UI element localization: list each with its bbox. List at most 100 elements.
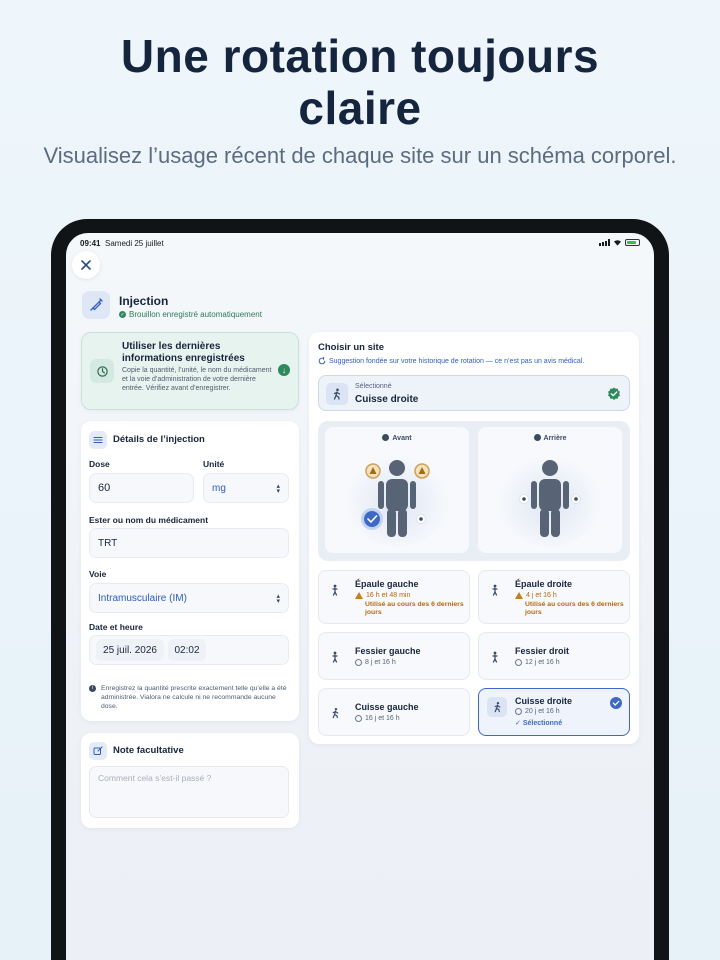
site-last-used: 16 j et 16 h bbox=[355, 715, 400, 722]
site-name: Fessier gauche bbox=[355, 646, 421, 656]
site-title: Choisir un site bbox=[318, 342, 384, 353]
unit-select[interactable]: mg ▴ ▾ bbox=[203, 473, 289, 503]
site-time: 4 j et 16 h bbox=[526, 592, 557, 599]
note-title: Note facultative bbox=[113, 745, 184, 756]
details-title: Détails de l’injection bbox=[113, 434, 205, 445]
dose-label: Dose bbox=[89, 459, 110, 469]
dose-input[interactable]: 60 bbox=[89, 473, 194, 503]
battery-icon bbox=[625, 239, 640, 246]
promo-title-line-1: Une rotation toujours bbox=[120, 30, 600, 82]
site-selection-card: Choisir un site Suggestion fondée sur vo… bbox=[309, 332, 639, 744]
medication-value: TRT bbox=[98, 537, 118, 549]
status-icons bbox=[599, 239, 640, 246]
route-value: Intramusculaire (IM) bbox=[98, 592, 187, 604]
warning-icon bbox=[515, 592, 523, 599]
selected-label: Sélectionné bbox=[355, 383, 392, 390]
person-walking-icon bbox=[487, 697, 507, 717]
site-name: Cuisse gauche bbox=[355, 702, 419, 712]
selected-value: Cuisse droite bbox=[355, 394, 419, 405]
clock-icon bbox=[355, 659, 362, 666]
person-icon bbox=[488, 583, 502, 597]
promo-title-line-2: claire bbox=[298, 82, 422, 134]
site-name: Cuisse droite bbox=[515, 696, 573, 706]
site-last-used: 4 j et 16 h bbox=[515, 592, 557, 599]
site-name: Épaule gauche bbox=[355, 579, 419, 589]
person-walking-icon bbox=[328, 706, 342, 720]
site-tile-cuisse-gauche[interactable]: Cuisse gauche 16 j et 16 h bbox=[318, 688, 470, 736]
site-last-used: 8 j et 16 h bbox=[355, 659, 396, 666]
check-circle-icon: ✓ bbox=[119, 311, 126, 318]
time-picker[interactable]: 02:02 bbox=[168, 639, 206, 661]
optional-note-card: Note facultative Comment cela s’est-il p… bbox=[81, 733, 299, 828]
datetime-label: Date et heure bbox=[89, 622, 143, 632]
body-diagram: Avant Arrière bbox=[318, 421, 630, 561]
site-hint-text: Suggestion fondée sur votre historique d… bbox=[329, 357, 585, 365]
close-button[interactable] bbox=[72, 251, 100, 279]
site-selected-tag: ✓ Sélectionné bbox=[515, 720, 563, 727]
site-time: 16 h et 48 min bbox=[366, 592, 411, 599]
close-icon bbox=[81, 260, 91, 270]
site-name: Épaule droite bbox=[515, 579, 573, 589]
person-walking-icon bbox=[326, 383, 348, 405]
site-time: 20 j et 16 h bbox=[525, 708, 560, 715]
site-tile-epaule-gauche[interactable]: Épaule gauche 16 h et 48 min Utilisé au … bbox=[318, 570, 470, 624]
date-picker[interactable]: 25 juil. 2026 bbox=[96, 639, 164, 661]
note-placeholder: Comment cela s’est-il passé ? bbox=[98, 773, 212, 783]
date-value: 25 juil. 2026 bbox=[103, 644, 157, 656]
info-icon: i bbox=[89, 685, 96, 692]
site-tile-fessier-droit[interactable]: Fessier droit 12 j et 16 h bbox=[478, 632, 630, 680]
draft-status: ✓ Brouillon enregistré automatiquement bbox=[119, 310, 262, 319]
chevron-updown-icon: ▴ ▾ bbox=[276, 593, 280, 605]
route-select[interactable]: Intramusculaire (IM) ▴ ▾ bbox=[89, 583, 289, 613]
status-time: 09:41 bbox=[80, 239, 101, 248]
medication-label: Ester ou nom du médicament bbox=[89, 515, 209, 525]
status-date: Samedi 25 juillet bbox=[105, 239, 164, 248]
unit-value: mg bbox=[212, 482, 226, 494]
selected-site-summary: Sélectionné Cuisse droite bbox=[318, 375, 630, 411]
reuse-last-entry-card[interactable]: Utiliser les dernières informations enre… bbox=[81, 332, 299, 410]
unit-label: Unité bbox=[203, 459, 225, 469]
site-tile-fessier-gauche[interactable]: Fessier gauche 8 j et 16 h bbox=[318, 632, 470, 680]
person-icon bbox=[488, 650, 502, 664]
rotate-icon bbox=[318, 357, 326, 365]
body-front-panel: Avant bbox=[325, 427, 469, 553]
clock-icon bbox=[515, 708, 522, 715]
dose-value: 60 bbox=[98, 482, 111, 494]
wifi-icon bbox=[614, 240, 621, 246]
header-icon-box bbox=[82, 291, 110, 319]
edit-icon bbox=[89, 742, 107, 760]
dose-info-note: i Enregistrez la quantité prescrite exac… bbox=[89, 684, 289, 711]
site-time: 12 j et 16 h bbox=[525, 659, 560, 666]
sliders-icon bbox=[89, 431, 107, 449]
signal-icon bbox=[599, 239, 610, 246]
page-title: Injection bbox=[119, 294, 169, 308]
route-label: Voie bbox=[89, 569, 107, 579]
history-icon bbox=[90, 359, 114, 383]
warning-icon bbox=[355, 592, 363, 599]
download-icon[interactable]: ↓ bbox=[278, 364, 290, 376]
site-selected-text: Sélectionné bbox=[522, 720, 563, 727]
site-warning: Utilisé au cours des 6 derniers jours bbox=[525, 601, 624, 616]
site-name: Fessier droit bbox=[515, 646, 570, 656]
reuse-title: Utiliser les dernières informations enre… bbox=[122, 341, 245, 364]
reuse-description: Copie la quantité, l’unité, le nom du mé… bbox=[122, 367, 272, 392]
promo-title: Une rotation toujours claire bbox=[0, 30, 720, 134]
person-icon bbox=[328, 650, 342, 664]
site-tile-epaule-droite[interactable]: Épaule droite 4 j et 16 h Utilisé au cou… bbox=[478, 570, 630, 624]
note-textarea[interactable]: Comment cela s’est-il passé ? bbox=[89, 766, 289, 818]
draft-status-text: Brouillon enregistré automatiquement bbox=[129, 310, 262, 319]
time-value: 02:02 bbox=[174, 644, 200, 656]
promo-subtitle: Visualisez l’usage récent de chaque site… bbox=[43, 143, 677, 168]
syringe-icon bbox=[90, 298, 103, 311]
site-time: 16 j et 16 h bbox=[365, 715, 400, 722]
check-circle-icon bbox=[610, 697, 622, 709]
verified-badge-icon bbox=[608, 387, 620, 400]
medication-input[interactable]: TRT bbox=[89, 528, 289, 558]
body-back-figure bbox=[498, 451, 602, 547]
tablet-screen: 09:41 Samedi 25 juillet Injection ✓ Brou… bbox=[66, 233, 654, 960]
body-back-panel: Arrière bbox=[478, 427, 622, 553]
site-tile-cuisse-droite[interactable]: Cuisse droite 20 j et 16 h ✓ Sélectionné bbox=[478, 688, 630, 736]
site-last-used: 16 h et 48 min bbox=[355, 592, 410, 599]
body-front-figure bbox=[345, 451, 449, 547]
dose-info-text: Enregistrez la quantité prescrite exacte… bbox=[101, 685, 287, 710]
